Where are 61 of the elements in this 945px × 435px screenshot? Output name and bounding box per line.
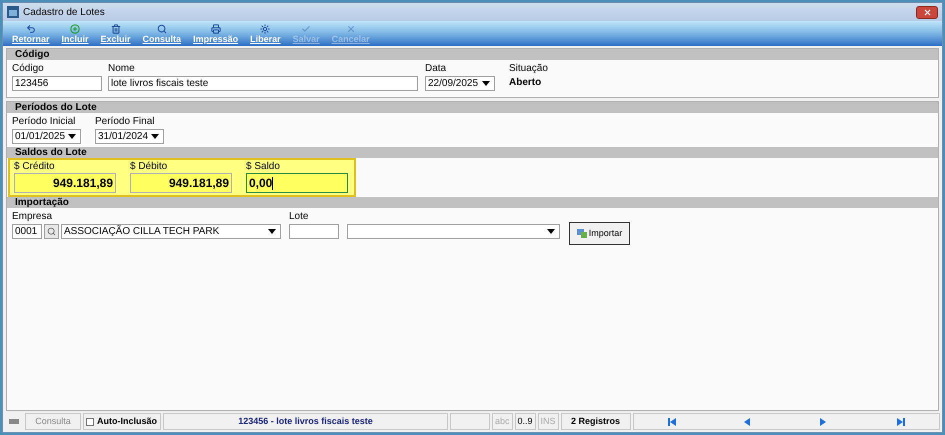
printer-icon [210, 24, 221, 34]
dropdown-caret-icon [68, 134, 76, 139]
field-label: $ Débito [130, 161, 168, 173]
next-record-icon [820, 418, 828, 426]
sun-icon [260, 24, 270, 34]
field-label: Empresa [12, 211, 54, 223]
dropdown[interactable] [347, 224, 560, 239]
date-dropdown[interactable]: 01/01/2025 [12, 129, 81, 144]
import-button[interactable]: Importar [569, 222, 630, 245]
field-label: Data [425, 63, 448, 75]
app-icon [7, 6, 19, 18]
record-count: 2 Registros [560, 413, 631, 430]
amount-field[interactable]: 949.181,89 [14, 173, 116, 193]
section-header: Importação [15, 198, 69, 208]
section-header: Períodos do Lote [15, 102, 97, 112]
search-icon [47, 227, 56, 236]
section-header: Saldos do Lote [15, 148, 87, 158]
input-field[interactable]: 123456 [12, 76, 102, 91]
field-label: Código [12, 63, 45, 75]
close-icon [346, 24, 356, 34]
close-icon [922, 8, 932, 16]
window-title: Cadastro de Lotes [23, 6, 106, 20]
dropdown-caret-icon [482, 81, 490, 86]
dropdown-caret-icon [151, 134, 159, 139]
indicator-label: 0..9 [514, 413, 536, 430]
field-label: Situação [509, 63, 548, 75]
field-label: Período Final [95, 116, 156, 128]
date-dropdown[interactable]: 22/09/2025 [425, 76, 495, 91]
auto-inclusion-checkbox[interactable]: Auto-Inclusão [83, 413, 161, 430]
record-label: 123456 - lote livros fiscais teste [163, 413, 448, 430]
previous-record-icon [744, 418, 752, 426]
input-field[interactable]: 0001 [12, 224, 42, 239]
section-header: Código [15, 50, 50, 60]
status-value: Aberto [509, 76, 542, 89]
import-icon [576, 229, 587, 238]
field-label: Lote [289, 211, 310, 223]
mode-label: Consulta [25, 413, 81, 430]
dropdown-caret-icon [547, 229, 555, 234]
indicator-label: INS [538, 413, 559, 430]
dropdown-caret-icon [268, 229, 276, 234]
first-record-icon [668, 418, 676, 426]
amount-field[interactable]: 949.181,89 [130, 173, 232, 193]
undo-arrow-icon [26, 24, 36, 34]
lookup-button[interactable] [44, 224, 59, 239]
trash-icon [110, 24, 121, 34]
last-record-icon [896, 418, 905, 426]
date-dropdown[interactable]: 31/01/2024 [95, 129, 164, 144]
search-icon [156, 24, 167, 34]
amount-field[interactable]: 0,00 [246, 173, 348, 193]
plus-circle-icon [70, 24, 80, 34]
input-field[interactable]: lote livros fiscais teste [108, 76, 418, 91]
field-label: Nome [108, 63, 136, 75]
field-label: Período Inicial [12, 116, 76, 128]
close-button[interactable] [916, 6, 938, 18]
input-field[interactable] [289, 224, 339, 239]
field-label: $ Saldo [246, 161, 281, 173]
checkmark-icon [301, 24, 312, 34]
indicator-label: abc [492, 413, 513, 430]
field-label: $ Crédito [14, 161, 56, 173]
status-panel [450, 413, 490, 430]
company-dropdown[interactable]: ASSOCIAÇÃO CILLA TECH PARK [61, 224, 281, 239]
